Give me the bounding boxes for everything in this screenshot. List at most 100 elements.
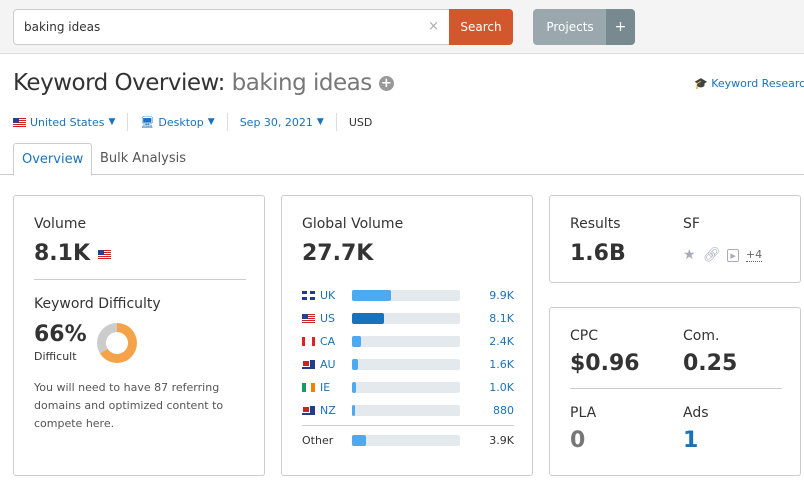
us-flag-icon xyxy=(97,249,111,259)
volume-label: Volume xyxy=(34,216,87,232)
results-card: Results 1.6B SF ★ 🔗︎ ▸ +4 xyxy=(549,195,801,283)
difficulty-value: 66% xyxy=(34,322,87,347)
bar-track xyxy=(352,358,460,370)
ads-label: Ads xyxy=(683,405,709,421)
date-dropdown[interactable]: Sep 30, 2021 ▼ xyxy=(240,113,337,131)
difficulty-donut xyxy=(97,323,137,363)
global-volume-label: Global Volume xyxy=(302,216,404,232)
us-flag-icon xyxy=(302,313,315,323)
bar-fill xyxy=(352,289,391,301)
other-value: 3.9K xyxy=(489,433,514,447)
results-value: 1.6B xyxy=(570,241,626,266)
other-row: Other 3.9K xyxy=(302,433,514,447)
top-bar: × Search Projects + xyxy=(0,0,804,54)
pla-value: 0 xyxy=(570,428,586,453)
country-link[interactable]: IE xyxy=(302,381,340,394)
global-volume-value: 27.7K xyxy=(302,241,374,266)
country-row[interactable]: UK 9.9K xyxy=(302,288,514,302)
search-box[interactable]: × xyxy=(13,9,450,45)
uk-flag-icon xyxy=(302,290,315,300)
search-input[interactable] xyxy=(24,20,404,34)
bar-fill xyxy=(352,312,385,324)
graduation-cap-icon: 🎓 xyxy=(694,77,708,90)
country-value: 9.9K xyxy=(489,288,514,302)
country-value: 880 xyxy=(493,403,514,417)
other-label: Other xyxy=(302,433,334,447)
country-link[interactable]: NZ xyxy=(302,404,340,417)
chevron-down-icon: ▼ xyxy=(207,117,215,127)
bar-fill xyxy=(352,358,359,370)
divider xyxy=(570,388,782,389)
keyword-research-link[interactable]: 🎓 Keyword Research xyxy=(694,77,804,90)
pla-label: PLA xyxy=(570,405,597,421)
bar-fill xyxy=(352,404,356,416)
difficulty-label: Keyword Difficulty xyxy=(34,296,161,312)
tabs: Overview Bulk Analysis xyxy=(0,143,804,176)
desktop-icon: 🖥 xyxy=(140,115,155,129)
us-flag-icon xyxy=(13,117,26,127)
date-label: Sep 30, 2021 xyxy=(239,115,313,129)
sf-more[interactable]: +4 xyxy=(745,248,763,262)
cpc-label: CPC xyxy=(570,328,598,344)
country-row[interactable]: IE 1.0K xyxy=(302,380,514,394)
filters-bar: United States ▼ 🖥 Desktop ▼ Sep 30, 2021 ▼ U… xyxy=(13,113,396,131)
bar-track xyxy=(352,335,460,347)
country-row[interactable]: AU 1.6K xyxy=(302,357,514,371)
country-link[interactable]: AU xyxy=(302,358,340,371)
bar-track xyxy=(352,289,460,301)
projects-button[interactable]: Projects xyxy=(533,9,607,45)
bar-fill xyxy=(352,335,361,347)
link-icon: 🔗︎ xyxy=(702,247,721,263)
title-prefix: Keyword Overview: xyxy=(13,70,225,96)
bar-track xyxy=(352,434,460,446)
country-value: 8.1K xyxy=(489,311,514,325)
global-volume-card: Global Volume 27.7K UK 9.9K US 8.1K CA 2.4… xyxy=(281,195,533,476)
country-row[interactable]: US 8.1K xyxy=(302,311,514,325)
com-value: 0.25 xyxy=(683,351,738,376)
volume-value: 8.1K xyxy=(34,241,111,266)
add-project-button[interactable]: + xyxy=(606,9,635,45)
device-dropdown[interactable]: 🖥 Desktop ▼ xyxy=(140,113,228,131)
currency-label: USD xyxy=(348,115,373,129)
tab-overview[interactable]: Overview xyxy=(13,143,93,176)
link-label: Keyword Research xyxy=(711,77,804,90)
bar-track xyxy=(352,381,460,393)
bar-fill xyxy=(352,381,357,393)
country-value: 2.4K xyxy=(489,334,514,348)
sf-label: SF xyxy=(683,216,700,232)
video-icon: ▸ xyxy=(727,248,739,262)
volume-card: Volume 8.1K Keyword Difficulty 66% Diffi… xyxy=(13,195,265,476)
bar-track xyxy=(352,312,460,324)
difficulty-note: You will need to have 87 referring domai… xyxy=(34,381,224,430)
bar-track xyxy=(352,404,460,416)
country-row[interactable]: NZ 880 xyxy=(302,403,514,417)
results-label: Results xyxy=(570,216,621,232)
chevron-down-icon: ▼ xyxy=(108,117,116,127)
country-value: 1.0K xyxy=(489,380,514,394)
country-value: 1.6K xyxy=(489,357,514,371)
page-title: Keyword Overview: baking ideas + xyxy=(13,70,394,96)
country-link[interactable]: UK xyxy=(302,289,340,302)
ca-flag-icon xyxy=(302,336,315,346)
device-label: Desktop xyxy=(158,115,204,129)
divider xyxy=(302,425,514,426)
bar-fill xyxy=(352,434,367,446)
ie-flag-icon xyxy=(302,382,315,392)
country-label: United States xyxy=(30,115,105,129)
country-link[interactable]: US xyxy=(302,312,340,325)
clear-icon[interactable]: × xyxy=(428,19,439,34)
nz-flag-icon xyxy=(302,405,315,415)
country-link[interactable]: CA xyxy=(302,335,340,348)
com-label: Com. xyxy=(683,328,720,344)
country-row[interactable]: CA 2.4K xyxy=(302,334,514,348)
ads-value[interactable]: 1 xyxy=(683,428,698,453)
country-dropdown[interactable]: United States ▼ xyxy=(13,113,129,131)
cpc-value: $0.96 xyxy=(570,351,640,376)
difficulty-level: Difficult xyxy=(34,350,77,363)
star-icon: ★ xyxy=(683,247,696,263)
divider xyxy=(34,279,246,280)
add-keyword-icon[interactable]: + xyxy=(378,76,394,91)
search-button[interactable]: Search xyxy=(449,9,513,45)
tab-bulk-analysis[interactable]: Bulk Analysis xyxy=(92,143,194,175)
chevron-down-icon: ▼ xyxy=(316,117,324,127)
